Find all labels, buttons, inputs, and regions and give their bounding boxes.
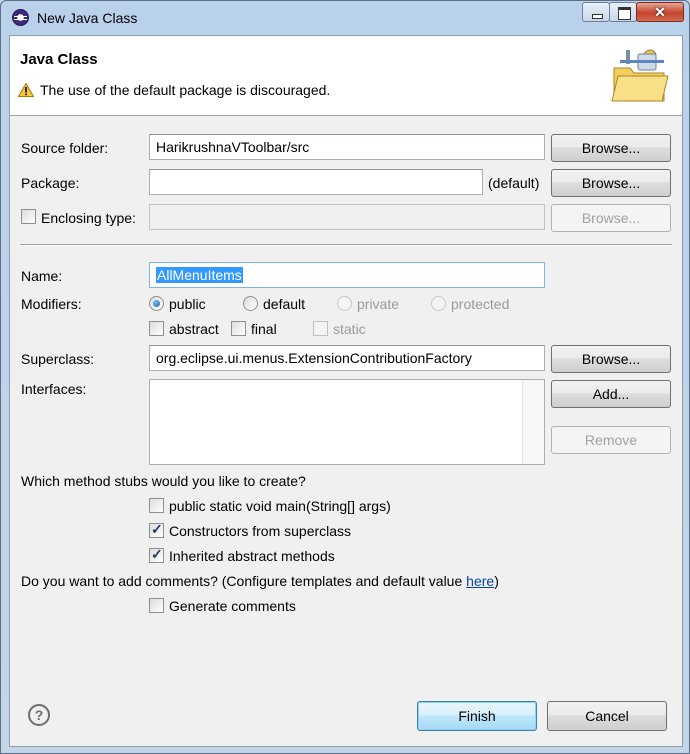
abstract-checkbox[interactable] xyxy=(149,321,164,336)
dialog-window: New Java Class ✕ Java Class The use of t… xyxy=(0,0,690,754)
source-folder-field[interactable]: HarikrushnaVToolbar/src xyxy=(149,134,545,160)
add-interface-button[interactable]: Add... xyxy=(551,380,671,408)
interfaces-label: Interfaces: xyxy=(21,381,87,397)
superclass-label: Superclass: xyxy=(21,351,95,367)
source-folder-label: Source folder: xyxy=(21,140,109,156)
folder-class-wizard-icon xyxy=(611,49,669,102)
enclosing-type-checkbox[interactable] xyxy=(21,209,36,224)
interfaces-scrollbar[interactable] xyxy=(522,380,544,464)
comments-question: Do you want to add comments? (Configure … xyxy=(21,573,499,589)
comments-question-end: ) xyxy=(494,573,499,589)
cancel-button[interactable]: Cancel xyxy=(547,701,667,731)
superclass-field[interactable]: org.eclipse.ui.menus.ExtensionContributi… xyxy=(149,345,545,371)
name-label: Name: xyxy=(21,268,63,284)
package-label: Package: xyxy=(21,175,80,191)
package-field[interactable] xyxy=(149,169,483,195)
enclosing-type-field xyxy=(149,204,545,230)
package-default-hint: (default) xyxy=(488,175,540,191)
comments-question-text: Do you want to add comments? (Configure … xyxy=(21,573,467,589)
minimize-button[interactable] xyxy=(582,2,610,22)
eclipse-icon xyxy=(12,9,29,26)
default-radio[interactable] xyxy=(243,296,258,311)
help-icon[interactable]: ? xyxy=(28,704,50,726)
name-value: AllMenuItems xyxy=(156,267,243,283)
name-field[interactable]: AllMenuItems xyxy=(149,262,545,288)
static-checkbox xyxy=(313,321,328,336)
remove-interface-button: Remove xyxy=(551,426,671,454)
abstract-label: abstract xyxy=(169,321,219,337)
main-method-label: public static void main(String[] args) xyxy=(169,498,391,514)
inherited-methods-label: Inherited abstract methods xyxy=(169,548,335,564)
main-method-checkbox[interactable] xyxy=(149,498,164,513)
static-label: static xyxy=(333,321,366,337)
enclosing-type-label: Enclosing type: xyxy=(41,210,136,226)
close-button[interactable]: ✕ xyxy=(636,2,684,22)
maximize-button[interactable] xyxy=(609,2,637,22)
protected-radio xyxy=(431,296,446,311)
banner-message: The use of the default package is discou… xyxy=(40,82,331,98)
default-label: default xyxy=(263,296,306,312)
wizard-banner: Java Class The use of the default packag… xyxy=(10,36,682,116)
configure-templates-link[interactable]: here xyxy=(466,573,494,589)
public-label: public xyxy=(169,296,206,312)
modifiers-label: Modifiers: xyxy=(21,296,82,312)
constructors-label: Constructors from superclass xyxy=(169,523,352,539)
separator xyxy=(20,244,672,246)
method-stubs-question: Which method stubs would you like to cre… xyxy=(21,473,306,489)
inherited-methods-checkbox[interactable] xyxy=(149,546,164,563)
source-folder-browse-button[interactable]: Browse... xyxy=(551,134,671,162)
constructors-checkbox[interactable] xyxy=(149,521,164,538)
generate-comments-label: Generate comments xyxy=(169,598,296,614)
finish-button[interactable]: Finish xyxy=(417,701,537,731)
public-radio[interactable] xyxy=(149,296,164,311)
title-bar[interactable]: New Java Class ✕ xyxy=(1,1,689,35)
interfaces-list[interactable] xyxy=(149,379,545,465)
protected-label: protected xyxy=(451,296,510,312)
package-browse-button[interactable]: Browse... xyxy=(551,169,671,197)
warning-icon xyxy=(18,83,34,97)
private-radio xyxy=(337,296,352,311)
enclosing-type-browse-button: Browse... xyxy=(551,204,671,232)
page-title: Java Class xyxy=(20,51,98,68)
superclass-browse-button[interactable]: Browse... xyxy=(551,345,671,373)
window-title: New Java Class xyxy=(37,10,138,26)
close-icon: ✕ xyxy=(654,4,666,20)
dialog-body: Java Class The use of the default packag… xyxy=(9,35,683,747)
final-label: final xyxy=(251,321,277,337)
final-checkbox[interactable] xyxy=(231,321,246,336)
generate-comments-checkbox[interactable] xyxy=(149,598,164,613)
private-label: private xyxy=(357,296,400,312)
